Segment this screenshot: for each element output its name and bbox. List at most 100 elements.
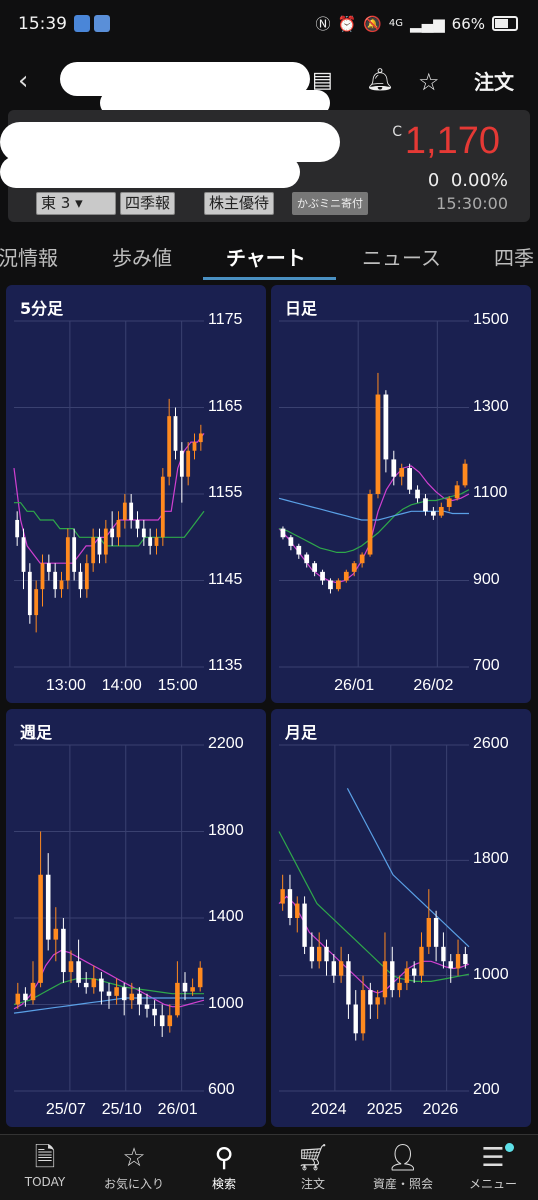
tab-news[interactable]: ニュース xyxy=(362,242,441,271)
chart-panel-5min[interactable]: 5分足 1175 1165 1155 1145 1135 13:00 14:00 15:00 xyxy=(6,285,266,703)
market-select[interactable]: 東 3 ▾ xyxy=(36,192,116,215)
candle-body xyxy=(97,537,102,555)
menu-icon: ☰ xyxy=(481,1143,505,1173)
nav-order[interactable]: 🛒︎ 注文 xyxy=(268,1141,358,1192)
candle-body xyxy=(179,450,184,477)
network-label: 4G xyxy=(388,18,404,29)
back-arrow-icon[interactable]: ‹ xyxy=(18,66,28,96)
order-button[interactable]: 注文 xyxy=(474,66,514,95)
candle-body xyxy=(346,961,351,1005)
candle-body xyxy=(23,993,28,1001)
tab-ticks[interactable]: 歩み値 xyxy=(112,242,172,271)
candle-body xyxy=(59,580,64,590)
current-price: 1,170 xyxy=(404,120,500,162)
candle-body xyxy=(137,993,142,1005)
candle-body xyxy=(462,463,468,486)
quote-panel: C 1,170 0 0.00% 15:30:00 東 3 ▾ 四季報 株主優待 … xyxy=(0,110,530,222)
candle-body xyxy=(114,987,119,996)
y-tick-label: 1800 xyxy=(208,821,244,839)
candle-body xyxy=(426,918,431,947)
candle-body xyxy=(106,991,112,996)
candle-body xyxy=(152,1008,157,1016)
candle-body xyxy=(91,978,97,988)
candle-body xyxy=(280,889,285,904)
candle-body xyxy=(353,1004,358,1034)
candle-body xyxy=(121,987,127,1001)
candle-body xyxy=(160,476,165,538)
candle-body xyxy=(412,968,417,976)
favorite-star-icon[interactable]: ☆ xyxy=(418,68,440,96)
candle-body xyxy=(40,563,45,590)
candle-body xyxy=(360,990,366,1034)
candle-body xyxy=(280,528,286,538)
battery-icon xyxy=(492,16,518,31)
shikiho-chip[interactable]: 四季報 xyxy=(120,192,176,215)
nav-label: メニュー xyxy=(468,1177,517,1191)
candle-body xyxy=(383,394,389,460)
y-tick-label: 2600 xyxy=(473,735,509,752)
y-tick-label: 600 xyxy=(208,1081,235,1098)
nav-search[interactable]: ⚲ 検索 xyxy=(179,1141,269,1192)
y-tick-label: 1000 xyxy=(473,965,509,983)
chart-panel-monthly[interactable]: 月足 2600 1800 1000 200 2024 2025 2026 xyxy=(271,709,531,1127)
y-tick-label: 700 xyxy=(473,657,500,674)
chart-panel-daily[interactable]: 日足 1500 1300 1100 900 700 26/01 26/02 xyxy=(271,285,531,703)
chart-title: 5分足 xyxy=(20,299,64,318)
candle-body xyxy=(438,506,444,516)
chart-panel-weekly[interactable]: 週足 2200 1800 1400 1000 600 25/07 25/10 26/01 xyxy=(6,709,266,1127)
candle-body xyxy=(391,459,397,477)
chart-svg xyxy=(278,744,470,1092)
cart-icon: 🛒︎ xyxy=(296,1143,330,1173)
board-icon[interactable]: ▤ xyxy=(312,68,333,93)
candle-body xyxy=(390,961,395,991)
market-label: 東 3 xyxy=(41,194,71,212)
tab-shikiho[interactable]: 四季 xyxy=(494,242,534,271)
candle-body xyxy=(15,993,21,1005)
candle-body xyxy=(288,537,294,546)
candle-body xyxy=(463,954,468,965)
candle-body xyxy=(34,589,39,616)
candle-body xyxy=(404,968,410,983)
candle-body xyxy=(122,502,127,520)
status-right: Ⓝ ⏰ 🔕 4G ▂▄▆ 66% xyxy=(316,13,518,34)
x-tick-label: 25/10 xyxy=(101,1101,142,1118)
bottom-nav: 🗎 TODAY ☆ お気に入り ⚲ 検索 🛒︎ 注文 👤︎ 資産・照会 ☰ メニ… xyxy=(0,1134,538,1200)
tab-chart[interactable]: チャート xyxy=(226,242,306,271)
candle-body xyxy=(173,416,178,451)
candle-body xyxy=(433,918,439,947)
candle-body xyxy=(83,982,89,988)
candle-body xyxy=(15,519,20,538)
active-tab-indicator xyxy=(203,277,336,280)
nfc-icon: Ⓝ xyxy=(315,15,331,33)
menu-badge xyxy=(505,1143,514,1152)
candle-body xyxy=(407,468,412,490)
y-tick-label: 1100 xyxy=(473,484,508,501)
person-icon: 👤︎ xyxy=(386,1143,420,1173)
bell-icon[interactable]: 🔔︎ xyxy=(366,68,394,93)
chart-title: 日足 xyxy=(285,299,318,318)
y-tick-label: 1135 xyxy=(208,657,243,674)
candle-body xyxy=(287,889,293,918)
y-tick-label: 1175 xyxy=(208,311,243,328)
candle-body xyxy=(72,537,77,572)
candle-body xyxy=(455,954,461,969)
candle-body xyxy=(182,982,188,992)
nav-assets[interactable]: 👤︎ 資産・照会 xyxy=(358,1141,448,1192)
nav-label: 資産・照会 xyxy=(372,1177,433,1191)
chart-title: 週足 xyxy=(20,723,53,742)
candle-body xyxy=(76,961,81,983)
candle-body xyxy=(375,394,381,494)
nav-favorites[interactable]: ☆ お気に入り xyxy=(89,1141,179,1192)
x-tick-label: 15:00 xyxy=(157,677,198,694)
moving-average-line xyxy=(346,788,470,948)
candle-body xyxy=(78,571,83,590)
y-tick-label: 1165 xyxy=(208,397,243,415)
candle-body xyxy=(110,528,115,538)
nav-menu[interactable]: ☰ メニュー xyxy=(448,1141,538,1192)
tab-info[interactable]: 況情報 xyxy=(0,242,58,271)
candle-body xyxy=(296,545,302,555)
candle-body xyxy=(338,961,344,976)
yutai-chip[interactable]: 株主優待 xyxy=(204,192,275,215)
kabumini-chip[interactable]: かぶミニ寄付 xyxy=(292,192,368,215)
nav-today[interactable]: 🗎 TODAY xyxy=(0,1141,90,1189)
